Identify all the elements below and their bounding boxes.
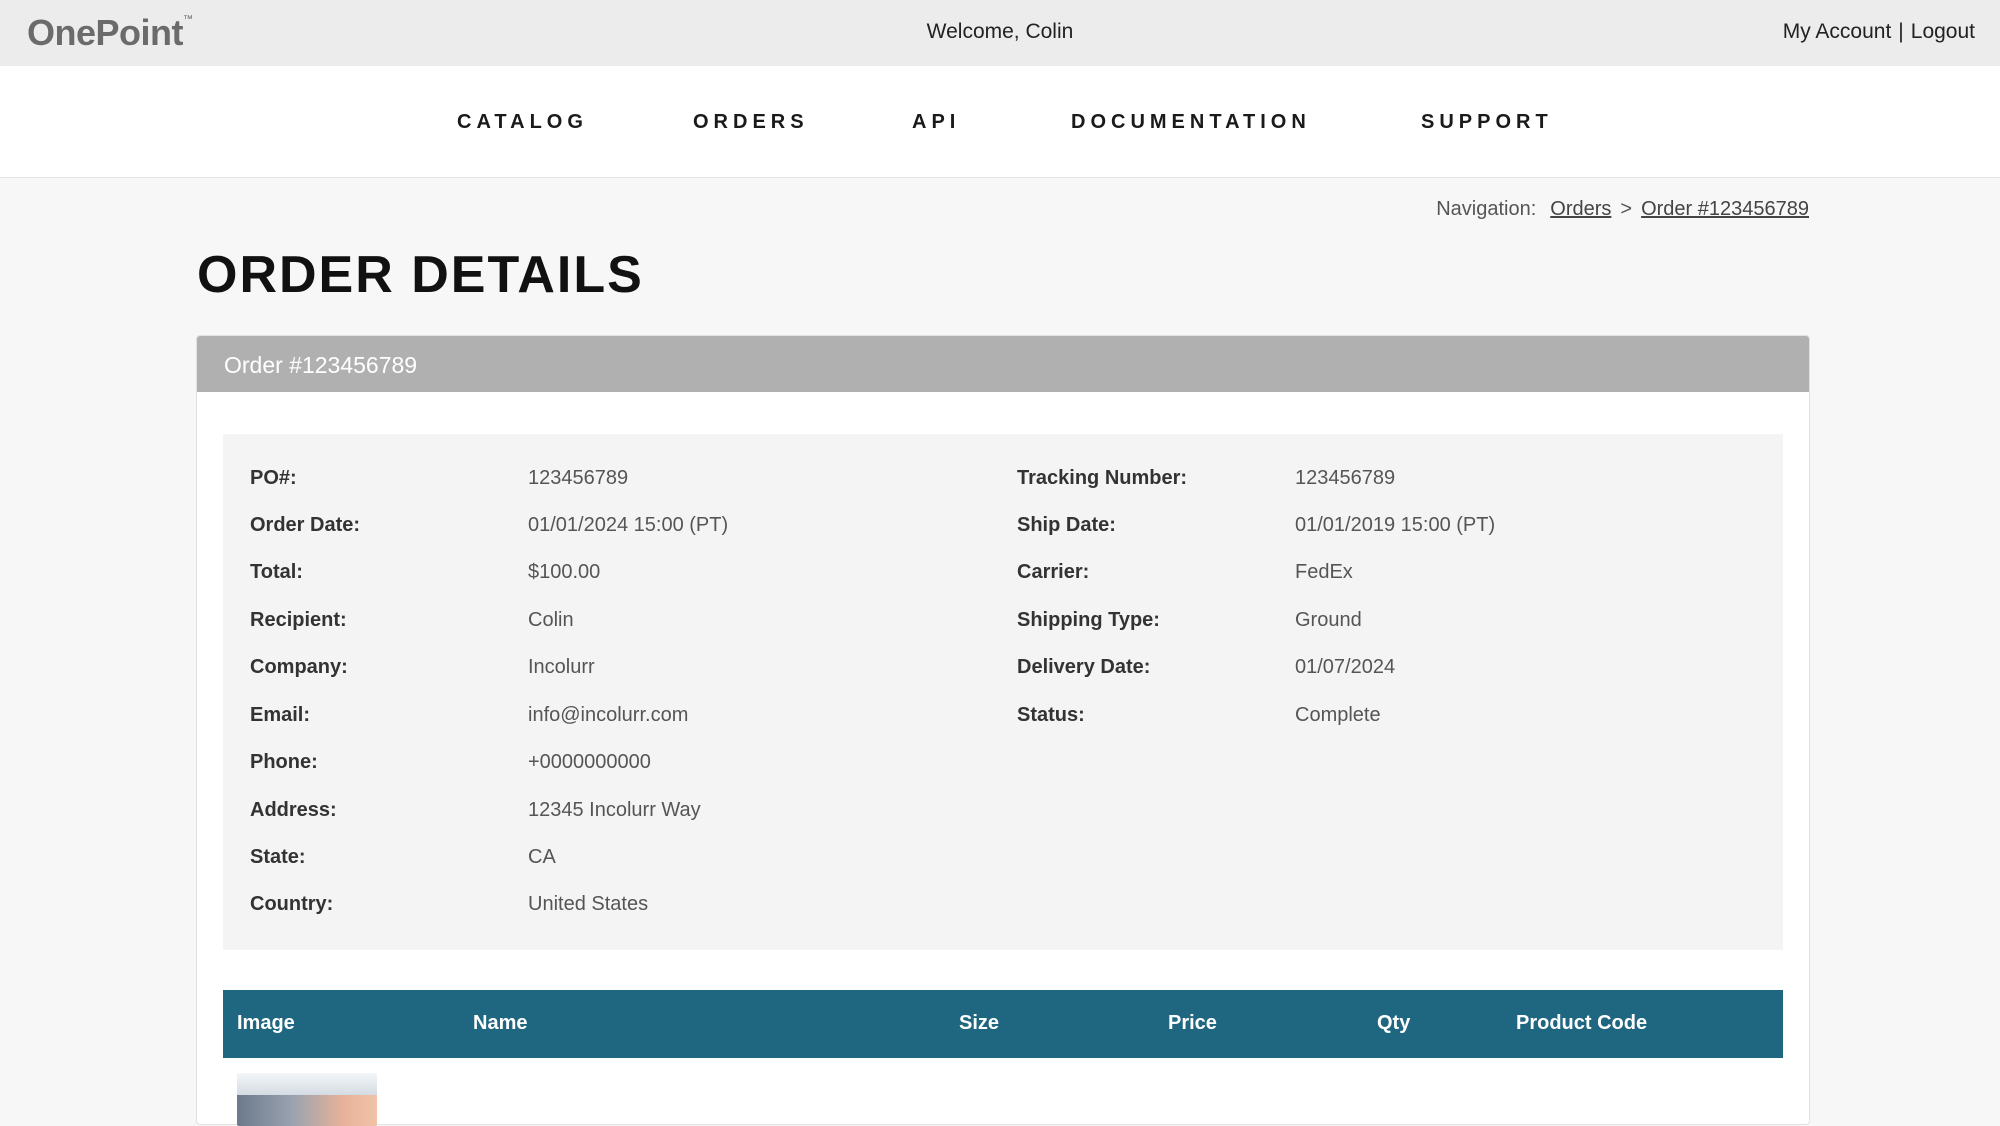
field-label: Status: [1017,704,1085,726]
field-value: Complete [1295,704,1381,726]
breadcrumb: Navigation: Orders > Order #123456789 [1436,198,1809,221]
product-thumbnail[interactable] [237,1073,377,1126]
page-title: ORDER DETAILS [197,246,644,304]
trademark-mark: ™ [183,14,193,25]
column-header-price[interactable]: Price [1168,1012,1217,1035]
field-label: Address: [250,799,337,821]
field-value: 01/01/2019 15:00 (PT) [1295,514,1496,536]
logout-link[interactable]: Logout [1911,20,1975,43]
field-value: Ground [1295,609,1362,631]
field-value: 123456789 [528,467,629,489]
column-header-image[interactable]: Image [237,1012,295,1035]
column-header-qty[interactable]: Qty [1377,1012,1410,1035]
field-value: FedEx [1295,561,1353,583]
order-card: Order #123456789 PO#: 123456789 Order Da… [196,335,1810,1126]
nav-support[interactable]: SUPPORT [1421,111,1553,134]
nav-orders[interactable]: ORDERS [693,111,809,134]
main-navigation: CATALOG ORDERS API DOCUMENTATION SUPPORT [0,66,2000,178]
field-value: 123456789 [1295,467,1396,489]
field-value: info@incolurr.com [528,704,689,726]
field-label: Company: [250,656,348,678]
nav-documentation[interactable]: DOCUMENTATION [1071,111,1311,134]
account-links-separator: | [1898,20,1904,43]
field-label: Tracking Number: [1017,467,1188,489]
field-label: Phone: [250,751,318,773]
brand-name: OnePoint [27,12,184,53]
field-label: Carrier: [1017,561,1090,583]
nav-catalog[interactable]: CATALOG [457,111,588,134]
field-value: CA [528,846,556,868]
field-label: Delivery Date: [1017,656,1151,678]
field-label: PO#: [250,467,297,489]
field-value: United States [528,893,649,915]
breadcrumb-label: Navigation: [1436,198,1537,220]
field-value: 01/07/2024 [1295,656,1396,678]
account-links: My Account | Logout [1783,20,1975,44]
breadcrumb-separator: > [1620,198,1633,220]
field-label: Recipient: [250,609,347,631]
items-table-header: Image Name Size Price Qty Product Code [223,990,1783,1058]
field-value: Incolurr [528,656,595,678]
field-label: Shipping Type: [1017,609,1160,631]
top-bar: OnePoint™ Welcome, Colin My Account | Logo… [0,0,2000,66]
field-label: Total: [250,561,303,583]
field-value: 01/01/2024 15:00 (PT) [528,514,729,536]
nav-api[interactable]: API [912,111,960,134]
field-value: 12345 Incolurr Way [528,799,701,821]
column-header-size[interactable]: Size [959,1012,999,1035]
breadcrumb-orders-link[interactable]: Orders [1550,198,1611,220]
field-label: Ship Date: [1017,514,1116,536]
field-label: Email: [250,704,311,726]
welcome-message: Welcome, Colin [926,20,1074,43]
column-header-product-code[interactable]: Product Code [1516,1012,1647,1035]
field-label: Order Date: [250,514,361,536]
field-label: State: [250,846,306,868]
column-header-name[interactable]: Name [473,1012,527,1035]
field-value: Colin [528,609,574,631]
order-details-panel: PO#: 123456789 Order Date: 01/01/2024 15… [223,434,1783,950]
my-account-link[interactable]: My Account [1783,20,1892,43]
breadcrumb-order-link[interactable]: Order #123456789 [1641,198,1809,220]
field-value: +0000000000 [528,751,651,773]
brand-logo[interactable]: OnePoint™ [27,12,193,54]
order-card-header: Order #123456789 [197,336,1809,392]
product-thumbnail-image [237,1095,377,1126]
field-value: $100.00 [528,561,601,583]
field-label: Country: [250,893,334,915]
